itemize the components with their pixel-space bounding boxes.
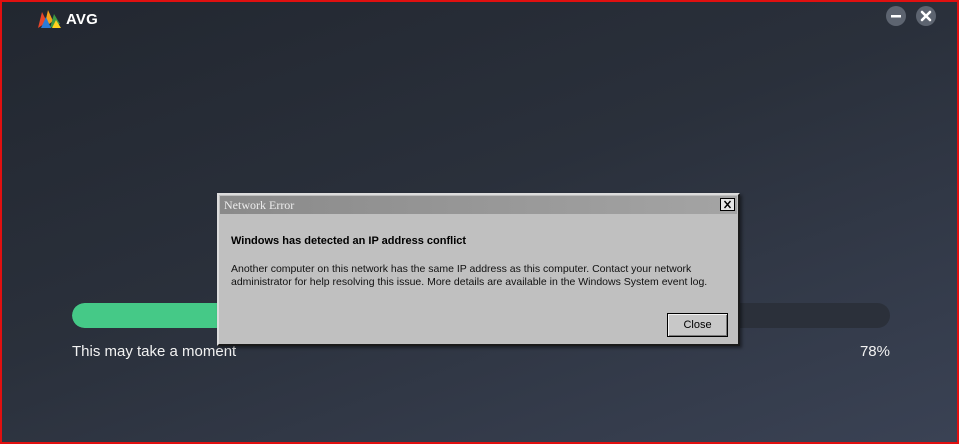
dialog-close-x-button[interactable]	[720, 198, 735, 211]
avg-app-window: AVG This may take a moment 78% Network E…	[0, 0, 959, 444]
dialog-message-line-2: administrator for help resolving this is…	[231, 276, 708, 288]
progress-percent: 78%	[859, 343, 890, 360]
close-icon	[920, 10, 932, 22]
dialog-message-line-1: Another computer on this network has the…	[231, 263, 692, 275]
close-window-button[interactable]	[916, 6, 936, 26]
minimize-button[interactable]	[886, 6, 906, 26]
dialog-title: Network Error	[224, 198, 295, 212]
minus-icon	[891, 15, 901, 18]
network-error-dialog: Network Error Windows has detected an IP…	[217, 193, 740, 346]
dialog-heading: Windows has detected an IP address confl…	[231, 235, 467, 247]
close-x-icon	[723, 200, 732, 209]
close-button[interactable]: Close	[667, 313, 728, 337]
progress-caption: This may take a moment	[72, 343, 237, 360]
dialog-titlebar[interactable]: Network Error	[220, 196, 737, 214]
dialog-message: Another computer on this network has the…	[231, 263, 731, 289]
avg-logo-icon	[38, 10, 61, 28]
brand-name: AVG	[66, 10, 98, 28]
avg-logo: AVG	[36, 8, 98, 30]
